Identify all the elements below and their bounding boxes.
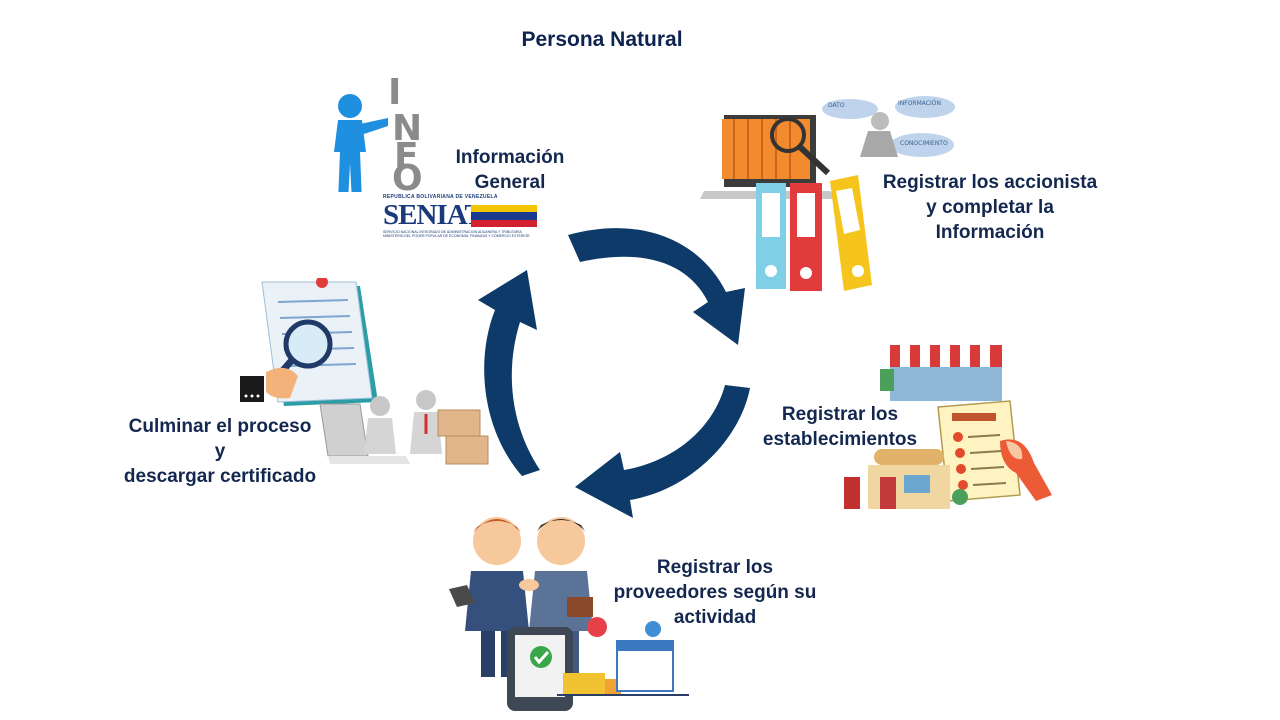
info-letter-i: I — [388, 72, 401, 113]
info-letter-o: O — [392, 158, 423, 192]
step-label-registrar-accionista: Registrar los accionista y completar la … — [882, 172, 1098, 243]
step-label-culminar-proceso: Culminar el proceso y descargar certific… — [123, 416, 317, 487]
cloud-conocimiento: CONOCIMIENTO — [900, 140, 948, 147]
cloud-dato: DATO — [828, 102, 845, 109]
step-label-registrar-establecimientos: Registrar los establecimientos — [762, 404, 918, 450]
info-figure-illustration: I N F O — [334, 72, 423, 192]
venezuela-flag-icon — [471, 205, 537, 227]
seniat-sub2: MINISTERIO DEL PODER POPULAR DE ECONOMIA… — [383, 234, 530, 238]
step-label-registrar-proveedores: Registrar los proveedores según su activ… — [613, 557, 817, 628]
seniat-logo: REPUBLICA BOLIVARIANA DE VENEZUELA SENIA… — [383, 194, 539, 250]
cloud-informacion: INFORMACIÓN — [898, 100, 941, 107]
step-label-informacion-general: Información General — [455, 147, 565, 193]
